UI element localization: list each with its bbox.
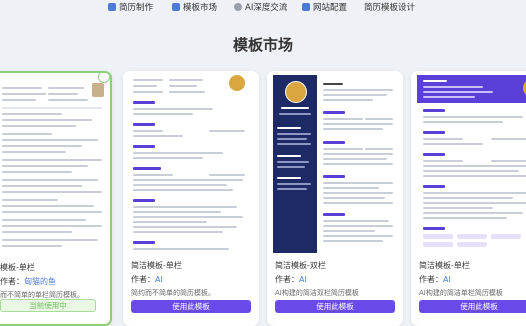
nav-item-resume-make[interactable]: 简历制作 (108, 0, 153, 14)
nav-item-label: AI深度交流 (245, 3, 288, 13)
nav-item-label: 模板市场 (183, 3, 218, 13)
template-preview (411, 71, 526, 253)
resume-icon (108, 3, 116, 11)
current-in-use-button[interactable]: 当前使用中 (0, 299, 96, 312)
template-card[interactable]: 简洁模板-单栏 作者：AI AI构建的简洁单栏简历模板 使用此模板 (411, 71, 526, 326)
avatar (92, 83, 104, 97)
nav-item-label: 简历制作 (119, 3, 154, 13)
nav-item-template-market[interactable]: 模板市场 (172, 0, 217, 14)
template-description: 简约而不简单的简历模板。 (131, 289, 215, 297)
template-name: 简洁模板-单栏 (131, 261, 182, 270)
template-card-current[interactable]: 模板-单栏 作者：匈猫的鱼 而不简单的单栏简历模板。 当前使用中 (0, 71, 112, 326)
use-template-button[interactable]: 使用此模板 (131, 300, 251, 313)
nav-item-label: 网站配置 (313, 3, 348, 13)
template-description: AI构建的简洁单栏简历模板 (419, 289, 503, 297)
avatar (285, 81, 307, 103)
template-name: 模板-单栏 (0, 263, 35, 272)
template-author: 作者：AI (131, 275, 163, 284)
template-card[interactable]: 简洁模板-单栏 作者：AI 简约而不简单的简历模板。 使用此模板 (123, 71, 259, 326)
use-template-button[interactable]: 使用此模板 (419, 300, 526, 313)
template-icon (172, 3, 180, 11)
settings-icon (302, 3, 310, 11)
template-author: 作者：匈猫的鱼 (0, 277, 56, 286)
nav-item-ai-chat[interactable]: AI深度交流 (234, 0, 287, 14)
top-nav: 简历制作 模板市场 AI深度交流 网站配置 简历模板设计 (0, 0, 526, 14)
template-preview (0, 73, 110, 255)
template-preview (267, 71, 403, 253)
use-template-button[interactable]: 使用此模板 (275, 300, 395, 313)
template-card[interactable]: 简洁模板-双栏 作者：AI AI构建的简洁双栏简历模板 使用此模板 (267, 71, 403, 326)
template-name: 简洁模板-双栏 (275, 261, 326, 270)
template-author: 作者：AI (419, 275, 451, 284)
template-description: AI构建的简洁双栏简历模板 (275, 289, 359, 297)
nav-item-site-config[interactable]: 网站配置 (302, 0, 347, 14)
template-preview (123, 71, 259, 253)
selected-check-icon (98, 73, 110, 83)
nav-item-label: 简历模板设计 (364, 3, 416, 13)
template-name: 简洁模板-单栏 (419, 261, 470, 270)
template-author: 作者：AI (275, 275, 307, 284)
ai-chat-icon (234, 3, 242, 11)
avatar (229, 75, 245, 91)
page-title: 模板市场 (232, 36, 293, 54)
nav-item-template-design[interactable]: 简历模板设计 (364, 0, 415, 14)
